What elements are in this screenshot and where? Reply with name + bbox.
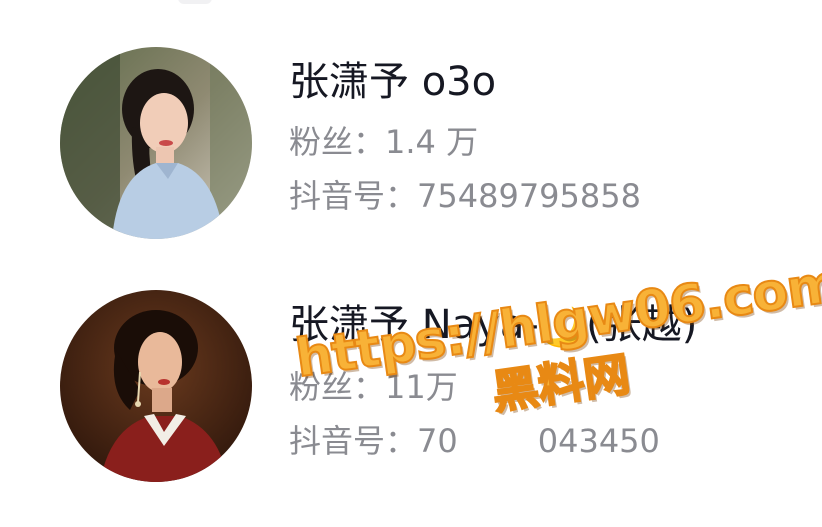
user-result-item[interactable]: 张潇予 Naya-🌙(张越) 粉丝：11万 抖音号：70 043450	[0, 283, 822, 493]
user-info: 张潇予 Naya-🌙(张越) 粉丝：11万 抖音号：70 043450	[289, 301, 809, 461]
douyin-id-row: 抖音号：75489795858	[289, 176, 809, 216]
user-avatar[interactable]	[60, 47, 252, 239]
followers-label: 粉丝：	[289, 123, 386, 161]
avatar-photo	[60, 47, 252, 239]
followers-label: 粉丝：	[289, 368, 386, 406]
user-avatar[interactable]	[60, 290, 252, 482]
user-name[interactable]: 张潇予 Naya-🌙(张越)	[289, 301, 809, 351]
douyin-id-tail: 043450	[537, 422, 660, 460]
followers-row: 粉丝：1.4 万	[289, 122, 809, 162]
followers-row: 粉丝：11万	[289, 367, 809, 407]
user-name[interactable]: 张潇予 o3o	[289, 58, 809, 106]
search-bar-edge	[178, 0, 212, 4]
douyin-id-value: 75489795858	[417, 177, 641, 215]
douyin-id-value: 70	[417, 422, 458, 460]
search-results-page: 张潇予 o3o 粉丝：1.4 万 抖音号：75489795858 张潇予 Nay…	[0, 0, 822, 527]
followers-count: 11万	[385, 368, 458, 406]
crescent-moon-icon: 🌙	[538, 305, 587, 349]
user-result-item[interactable]: 张潇予 o3o 粉丝：1.4 万 抖音号：75489795858	[0, 40, 822, 250]
user-info: 张潇予 o3o 粉丝：1.4 万 抖音号：75489795858	[289, 58, 809, 216]
followers-count: 1.4 万	[385, 123, 479, 161]
user-name-text: 张潇予 Naya-	[289, 302, 539, 348]
avatar-photo	[60, 290, 252, 482]
douyin-id-label: 抖音号：	[289, 422, 418, 460]
douyin-id-row: 抖音号：70 043450	[289, 421, 809, 461]
user-name-suffix: (张越)	[586, 302, 698, 348]
douyin-id-label: 抖音号：	[289, 177, 418, 215]
